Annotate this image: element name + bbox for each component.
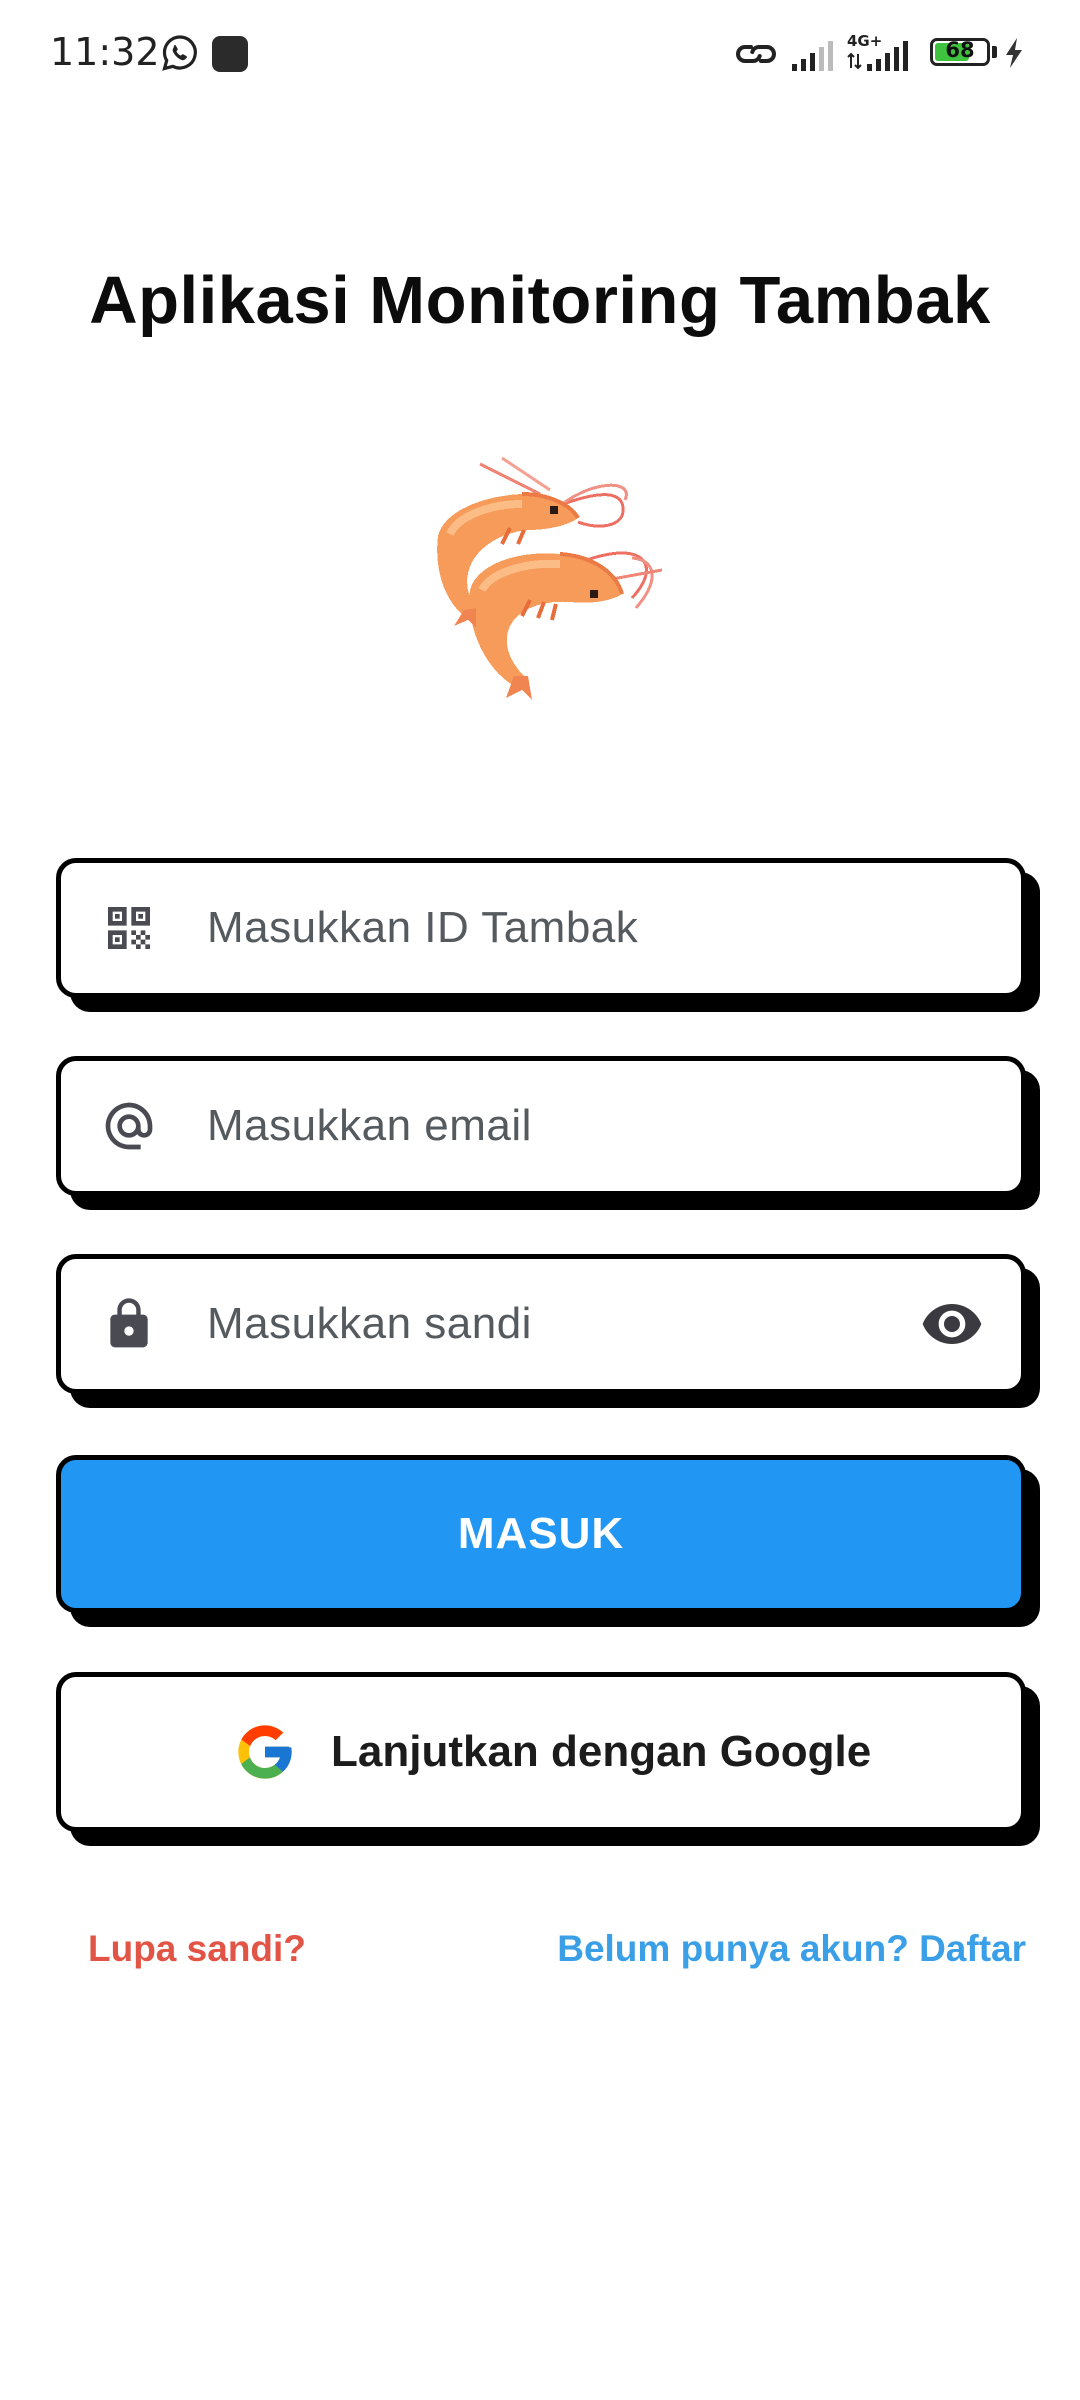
at-sign-icon: [105, 1102, 153, 1150]
app-notification-icon: [212, 36, 248, 72]
battery-icon: 68: [930, 38, 990, 66]
signal-4g-icon: [847, 41, 908, 71]
page-title: Aplikasi Monitoring Tambak: [89, 263, 991, 338]
qr-code-icon: [108, 907, 150, 949]
status-bar: 11:32 4G+ 68: [0, 0, 1080, 108]
google-button-label: Lanjutkan dengan Google: [331, 1727, 872, 1776]
lock-icon: [110, 1298, 148, 1348]
password-field[interactable]: [56, 1254, 1026, 1394]
status-time: 11:32: [50, 30, 160, 74]
farm-id-field[interactable]: [56, 858, 1026, 998]
login-button[interactable]: MASUK: [56, 1455, 1026, 1613]
charging-icon: [1006, 38, 1022, 68]
battery-level: 68: [945, 38, 975, 62]
password-input[interactable]: [207, 1259, 927, 1389]
google-icon: [238, 1725, 292, 1779]
farm-id-input[interactable]: [207, 863, 927, 993]
whatsapp-icon: [162, 35, 197, 71]
battery-cap: [992, 46, 997, 58]
register-link[interactable]: Belum punya akun? Daftar: [557, 1928, 1026, 1970]
google-signin-button[interactable]: Lanjutkan dengan Google: [56, 1672, 1026, 1832]
email-field[interactable]: [56, 1056, 1026, 1196]
link-icon: [736, 45, 776, 63]
shrimp-logo: [437, 456, 663, 700]
login-button-label: MASUK: [457, 1509, 625, 1558]
eye-icon[interactable]: [919, 1300, 985, 1348]
forgot-password-link[interactable]: Lupa sandi?: [88, 1928, 306, 1970]
signal-icon: [792, 41, 833, 71]
email-input[interactable]: [207, 1061, 927, 1191]
